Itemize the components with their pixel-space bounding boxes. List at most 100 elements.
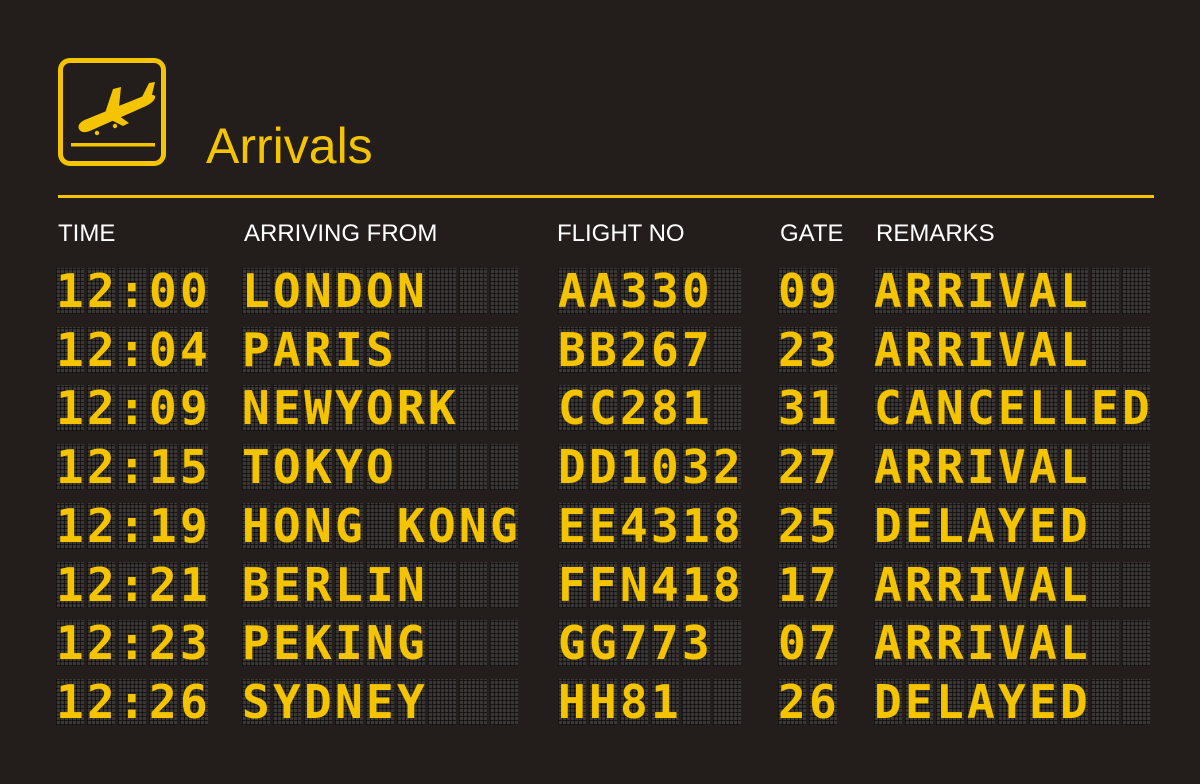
display-glyph: E xyxy=(589,498,617,553)
flight-row: 12:23PEKINGGG77307ARRIVAL xyxy=(0,616,1200,671)
display-glyph: A xyxy=(1029,264,1057,318)
display-glyph: 2 xyxy=(149,557,177,612)
display-glyph: A xyxy=(1029,322,1057,377)
display-glyph: 9 xyxy=(180,381,208,436)
display-glyph: Y xyxy=(397,674,425,729)
display-glyph: 1 xyxy=(682,498,710,553)
display-glyph: O xyxy=(273,264,301,318)
display-glyph: 7 xyxy=(620,616,648,671)
display-glyph: I xyxy=(967,616,995,671)
display-glyph: 1 xyxy=(56,264,84,318)
display-glyph: 1 xyxy=(56,616,84,671)
display-glyph: N xyxy=(304,264,332,318)
display-glyph: 3 xyxy=(809,322,837,377)
flight-row: 12:26SYDNEYHH8126DELAYED xyxy=(0,674,1200,729)
display-glyph: V xyxy=(998,440,1026,495)
display-glyph: A xyxy=(967,674,995,729)
display-glyph: O xyxy=(366,381,394,436)
page-title: Arrivals xyxy=(206,118,373,174)
display-glyph: 1 xyxy=(56,440,84,495)
display-glyph: : xyxy=(118,616,146,671)
display-glyph: N xyxy=(335,674,363,729)
flight-row: 12:04PARISBB26723ARRIVAL xyxy=(0,322,1200,377)
display-glyph: A xyxy=(1029,616,1057,671)
display-glyph: K xyxy=(304,440,332,495)
display-glyph: N xyxy=(242,381,270,436)
display-glyph: L xyxy=(936,498,964,553)
display-glyph: R xyxy=(936,557,964,612)
display-glyph: L xyxy=(1060,381,1088,436)
display-glyph: 7 xyxy=(809,616,837,671)
display-glyph: 0 xyxy=(180,264,208,318)
display-glyph: D xyxy=(558,440,586,495)
display-glyph: 0 xyxy=(149,381,177,436)
display-glyph: 8 xyxy=(651,381,679,436)
display-glyph: P xyxy=(242,616,270,671)
display-glyph: O xyxy=(366,264,394,318)
display-glyph: A xyxy=(874,264,902,318)
display-glyph: C xyxy=(558,381,586,436)
display-glyph: E xyxy=(905,674,933,729)
display-glyph: 1 xyxy=(149,498,177,553)
display-glyph: 3 xyxy=(651,498,679,553)
display-glyph: L xyxy=(1060,440,1088,495)
display-glyph: I xyxy=(335,616,363,671)
display-glyph: R xyxy=(304,557,332,612)
display-glyph: D xyxy=(335,264,363,318)
display-glyph: E xyxy=(1029,498,1057,553)
display-glyph: O xyxy=(273,498,301,553)
column-header-flight-no: FLIGHT NO xyxy=(557,220,685,247)
display-glyph: E xyxy=(366,674,394,729)
display-tile xyxy=(459,268,487,314)
display-tile xyxy=(428,620,456,667)
display-glyph: 1 xyxy=(651,674,679,729)
display-glyph: K xyxy=(304,616,332,671)
display-tile xyxy=(397,326,425,373)
display-tile xyxy=(1122,561,1150,608)
display-glyph: V xyxy=(998,322,1026,377)
display-glyph: 2 xyxy=(149,674,177,729)
display-glyph: 2 xyxy=(87,440,115,495)
display-tile xyxy=(1122,620,1150,667)
display-tile xyxy=(490,444,518,491)
display-tile xyxy=(1122,268,1150,314)
display-glyph: : xyxy=(118,322,146,377)
display-glyph: : xyxy=(118,557,146,612)
display-tile xyxy=(1091,620,1119,667)
display-glyph: N xyxy=(397,264,425,318)
display-glyph: A xyxy=(589,264,617,318)
display-glyph: 4 xyxy=(620,498,648,553)
display-glyph: R xyxy=(905,440,933,495)
display-tile xyxy=(490,268,518,314)
display-glyph: 1 xyxy=(809,381,837,436)
display-glyph: 8 xyxy=(713,557,741,612)
display-glyph: V xyxy=(998,557,1026,612)
display-glyph: 6 xyxy=(180,674,208,729)
display-glyph: 9 xyxy=(809,264,837,318)
display-tile xyxy=(1091,326,1119,373)
display-glyph: 0 xyxy=(778,264,806,318)
display-tile xyxy=(459,444,487,491)
display-glyph: V xyxy=(998,264,1026,318)
display-glyph: 7 xyxy=(682,322,710,377)
display-glyph: F xyxy=(558,557,586,612)
display-glyph: Y xyxy=(998,498,1026,553)
display-glyph: R xyxy=(905,616,933,671)
column-header-time: TIME xyxy=(58,220,116,247)
display-glyph: I xyxy=(967,322,995,377)
display-glyph: R xyxy=(905,322,933,377)
display-tile xyxy=(459,678,487,725)
flight-row: 12:09NEWYORKCC28131CANCELLED xyxy=(0,381,1200,436)
display-glyph: L xyxy=(1060,264,1088,318)
display-tile xyxy=(490,620,518,667)
display-glyph: A xyxy=(558,264,586,318)
display-glyph: R xyxy=(936,322,964,377)
display-glyph: H xyxy=(242,498,270,553)
display-glyph: I xyxy=(967,557,995,612)
display-glyph: A xyxy=(967,498,995,553)
display-glyph: : xyxy=(118,498,146,553)
display-glyph: 2 xyxy=(778,322,806,377)
display-glyph: O xyxy=(273,440,301,495)
display-glyph: C xyxy=(589,381,617,436)
display-glyph: 1 xyxy=(149,440,177,495)
